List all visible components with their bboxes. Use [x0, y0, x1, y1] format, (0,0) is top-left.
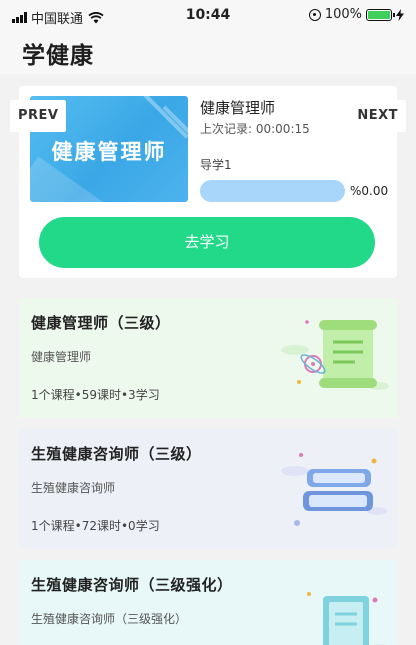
course-title: 生殖健康咨询师（三级）	[31, 445, 202, 463]
course-title: 生殖健康咨询师（三级强化）	[31, 576, 233, 594]
cover-decoration	[143, 96, 188, 139]
course-subtitle: 生殖健康咨询师	[31, 481, 116, 495]
books-stack-icon	[281, 453, 387, 526]
course-card[interactable]: 健康管理师（三级） 健康管理师 1个课程•59课时•3学习	[19, 298, 397, 418]
status-right: 100%	[308, 7, 404, 22]
progress-percent: %0.00	[350, 184, 389, 198]
course-meta: 1个课程•59课时•3学习	[31, 388, 160, 402]
current-course-card[interactable]: 健康管理师 健康管理师 上次记录: 00:00:15 导学1 %0.00 去学习	[19, 86, 397, 278]
prev-button[interactable]: PREV	[10, 100, 67, 132]
battery-percent: 100%	[324, 7, 362, 22]
course-meta: 1个课程•72课时•0学习	[31, 519, 160, 533]
cover-text: 健康管理师	[51, 140, 167, 164]
orientation-lock-icon	[308, 8, 321, 21]
course-card[interactable]: 生殖健康咨询师（三级强化） 生殖健康咨询师（三级强化）	[19, 560, 397, 645]
status-bar: 中国联通 10:44 100%	[0, 0, 416, 30]
charging-icon	[396, 8, 404, 21]
current-lesson: 导学1	[200, 158, 232, 172]
header: 学健康	[0, 30, 416, 74]
course-card[interactable]: 生殖健康咨询师（三级） 生殖健康咨询师 1个课程•72课时•0学习	[19, 429, 397, 549]
battery-icon	[366, 8, 395, 21]
course-subtitle: 健康管理师	[31, 350, 92, 364]
course-subtitle: 生殖健康咨询师（三级强化）	[31, 612, 188, 626]
page-title: 学健康	[22, 43, 94, 69]
last-record: 上次记录: 00:00:15	[200, 122, 310, 136]
progress-bar	[200, 180, 345, 202]
current-course-title: 健康管理师	[200, 99, 276, 117]
go-study-button[interactable]: 去学习	[39, 217, 375, 268]
next-button[interactable]: NEXT	[349, 100, 406, 132]
scroll-atom-icon	[281, 320, 389, 390]
notebook-icon	[307, 592, 386, 645]
course-title: 健康管理师（三级）	[31, 314, 171, 332]
